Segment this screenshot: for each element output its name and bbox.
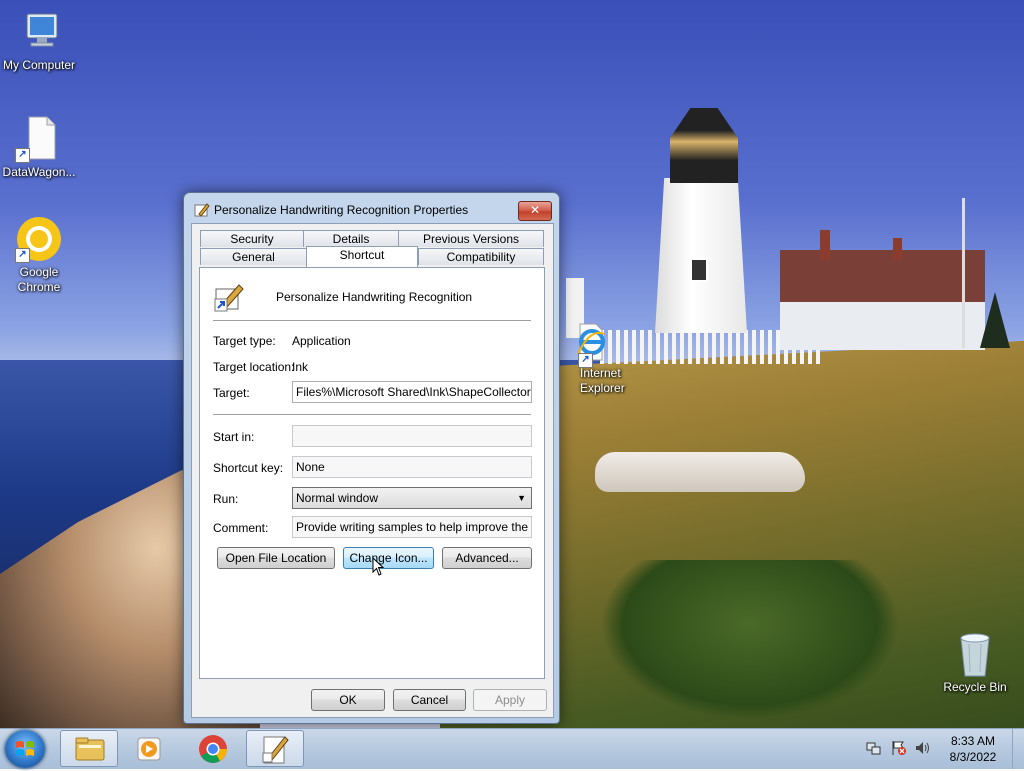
close-button[interactable]: ✕: [518, 201, 552, 221]
handwriting-app-icon: [194, 202, 210, 218]
show-desktop-button[interactable]: [1012, 729, 1024, 769]
desktop-icon-label: Google Chrome: [17, 265, 61, 294]
windows-logo-icon: [16, 741, 34, 756]
comment-label: Comment:: [213, 521, 269, 535]
system-clock[interactable]: 8:33 AM 8/3/2022: [940, 733, 1006, 765]
advanced-button[interactable]: Advanced...: [442, 547, 532, 569]
desktop-icon-label: My Computer: [2, 58, 76, 72]
shortcut-key-input[interactable]: None: [292, 456, 532, 478]
tab-label: Compatibility: [446, 250, 516, 264]
start-in-input[interactable]: [292, 425, 532, 447]
wallpaper-flowers: [600, 560, 900, 720]
run-label: Run:: [213, 492, 239, 506]
chevron-down-icon: ▼: [517, 493, 526, 503]
tab-security[interactable]: Security: [200, 230, 304, 247]
wallpaper-lighthouse-lantern: [670, 108, 738, 183]
wallpaper-house-roof: [780, 250, 985, 302]
open-file-location-button[interactable]: Open File Location: [217, 547, 335, 569]
folder-icon: [75, 737, 105, 761]
properties-dialog[interactable]: Personalize Handwriting Recognition Prop…: [183, 192, 560, 724]
volume-icon[interactable]: [915, 740, 931, 756]
wallpaper-white-rock: [595, 452, 805, 492]
dialog-title: Personalize Handwriting Recognition Prop…: [214, 203, 469, 217]
shortcut-name: Personalize Handwriting Recognition: [276, 290, 473, 304]
target-type-label: Target type:: [213, 334, 276, 348]
ok-button[interactable]: OK: [311, 689, 385, 711]
desktop-icon-google-chrome[interactable]: ↗ Google Chrome: [0, 215, 78, 295]
taskbar-explorer-button[interactable]: [60, 730, 118, 767]
taskbar-media-player-button[interactable]: [122, 730, 180, 767]
clock-date: 8/3/2022: [949, 750, 997, 764]
internet-explorer-icon: ↗: [560, 320, 608, 368]
tab-label: Previous Versions: [422, 232, 520, 246]
clock-time: 8:33 AM: [950, 734, 996, 748]
tab-previous-versions[interactable]: Previous Versions: [398, 230, 544, 247]
handwriting-shortcut-icon: [213, 281, 245, 313]
run-select-value: Normal window: [296, 491, 379, 505]
computer-icon: [15, 8, 63, 56]
taskbar: 8:33 AM 8/3/2022: [0, 728, 1024, 769]
chrome-icon: [199, 735, 227, 763]
wallpaper-chimney: [893, 238, 902, 260]
comment-input[interactable]: Provide writing samples to help improve …: [292, 516, 532, 538]
recycle-bin-icon: [955, 632, 995, 678]
shortcut-key-label: Shortcut key:: [213, 461, 284, 475]
desktop-icon-recycle-bin[interactable]: Recycle Bin: [936, 632, 1014, 695]
taskbar-properties-button[interactable]: [246, 730, 304, 767]
network-icon[interactable]: [866, 740, 882, 756]
document-icon: ↗: [15, 115, 63, 163]
shortcut-arrow-icon: ↗: [15, 248, 30, 263]
mouse-cursor-icon: [372, 556, 386, 577]
separator: [213, 320, 531, 322]
start-in-label: Start in:: [213, 430, 255, 444]
action-center-flag-icon[interactable]: [891, 740, 907, 756]
desktop-icon-datawagon[interactable]: ↗ DataWagon...: [0, 115, 78, 180]
desktop-icon-label: Recycle Bin: [943, 680, 1007, 694]
target-location-label: Target location:: [213, 360, 295, 374]
dialog-titlebar[interactable]: Personalize Handwriting Recognition Prop…: [184, 193, 559, 225]
target-label: Target:: [213, 386, 250, 400]
shortcut-tab-panel: Personalize Handwriting Recognition Targ…: [199, 267, 545, 679]
tab-general[interactable]: General: [200, 248, 307, 265]
handwriting-app-icon: [262, 736, 289, 764]
target-location-value: Ink: [292, 360, 309, 374]
desktop-icon-label: Internet Explorer: [580, 366, 625, 395]
change-icon-button[interactable]: Change Icon...: [343, 547, 434, 569]
cancel-button[interactable]: Cancel: [393, 689, 466, 711]
wallpaper-lighthouse: [655, 178, 747, 333]
dialog-client-area: Security Details Previous Versions Gener…: [191, 223, 554, 718]
start-button[interactable]: [5, 730, 45, 768]
apply-button[interactable]: Apply: [473, 689, 547, 711]
tab-label: General: [232, 250, 275, 264]
tab-shortcut[interactable]: Shortcut: [306, 246, 418, 267]
run-select[interactable]: Normal window ▼: [292, 487, 532, 509]
tab-compatibility[interactable]: Compatibility: [418, 248, 544, 265]
tab-label: Details: [332, 232, 370, 246]
target-type-value: Application: [292, 334, 351, 348]
close-icon: ✕: [529, 203, 541, 217]
media-player-icon: [137, 737, 161, 761]
tab-label: Security: [230, 232, 274, 246]
wallpaper-flagpole: [962, 198, 965, 348]
desktop-icon-my-computer[interactable]: My Computer: [0, 8, 78, 73]
target-input[interactable]: Files%\Microsoft Shared\Ink\ShapeCollect…: [292, 381, 532, 403]
wallpaper-lighthouse-window: [690, 258, 708, 282]
tab-details[interactable]: Details: [303, 230, 399, 247]
taskbar-chrome-button[interactable]: [184, 730, 242, 767]
chrome-icon: ↗: [15, 215, 63, 263]
desktop-icon-label: DataWagon...: [2, 165, 76, 179]
shortcut-arrow-icon: ↗: [578, 353, 593, 368]
separator: [213, 414, 531, 416]
tab-label: Shortcut: [339, 248, 385, 262]
shortcut-arrow-icon: ↗: [15, 148, 30, 163]
wallpaper-chimney: [820, 230, 830, 260]
